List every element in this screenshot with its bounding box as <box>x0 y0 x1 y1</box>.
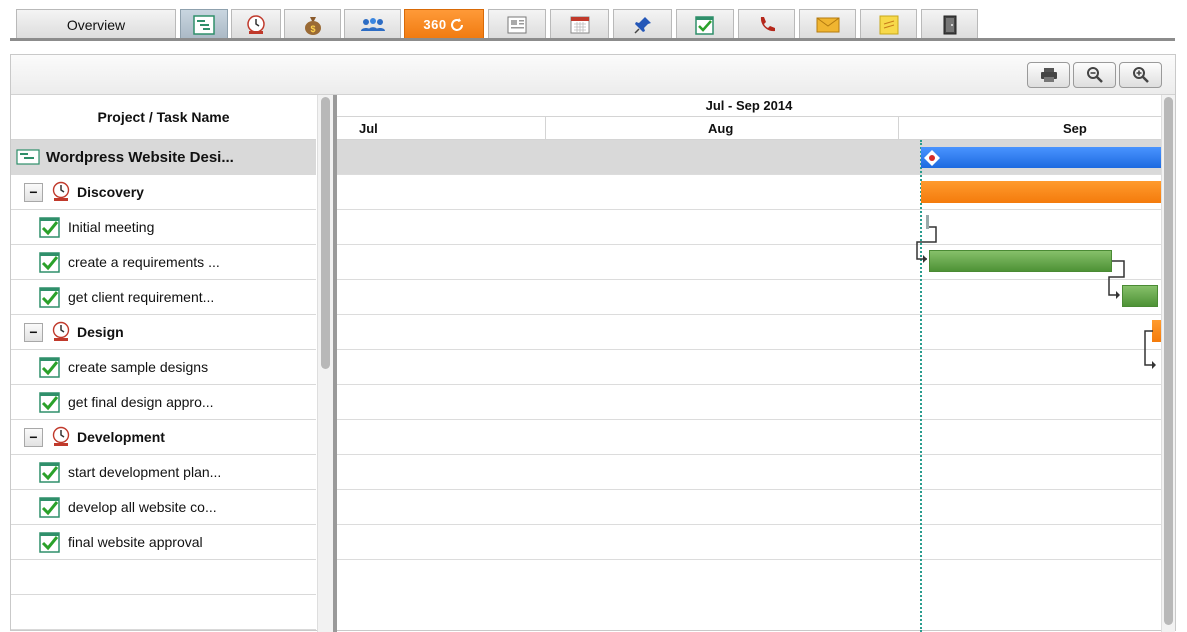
tab-gantt[interactable] <box>180 9 228 39</box>
collapse-button[interactable]: − <box>24 182 43 202</box>
gantt-panel: Project / Task Name Wordpress Website De… <box>10 54 1176 632</box>
project-gantt-icon <box>16 149 40 165</box>
task-row-sample-designs[interactable]: create sample designs <box>11 350 316 385</box>
group-row-discovery[interactable]: − Discovery <box>11 175 316 210</box>
empty-row <box>11 560 316 595</box>
gantt-row <box>337 525 1161 560</box>
gantt-row <box>337 490 1161 525</box>
zoom-in-icon <box>1132 67 1149 83</box>
task-row-requirements-doc[interactable]: create a requirements ... <box>11 245 316 280</box>
zoom-out-button[interactable] <box>1073 62 1116 88</box>
task-group-icon <box>52 321 70 341</box>
phone-icon <box>760 16 775 31</box>
task-group-icon <box>52 426 70 446</box>
task-group-icon <box>52 181 70 201</box>
tab-calls[interactable] <box>738 9 795 39</box>
scrollbar-thumb[interactable] <box>321 97 330 369</box>
tab-documents[interactable] <box>488 9 546 39</box>
project-row[interactable]: Wordpress Website Desi... <box>11 140 316 175</box>
checklist-icon <box>39 357 60 378</box>
group-row-design[interactable]: − Design <box>11 315 316 350</box>
task-row-develop-website[interactable]: develop all website co... <box>11 490 316 525</box>
checklist-icon <box>39 287 60 308</box>
task-grid: Project / Task Name Wordpress Website De… <box>11 95 316 632</box>
group-label: Development <box>77 429 165 445</box>
grid-header: Project / Task Name <box>11 95 316 140</box>
tab-team[interactable] <box>344 9 401 39</box>
note-icon <box>879 15 898 34</box>
collapse-button[interactable]: − <box>24 322 43 342</box>
task-label: get client requirement... <box>68 289 215 305</box>
tab-tasks[interactable] <box>231 9 281 39</box>
group-row-development[interactable]: − Development <box>11 420 316 455</box>
tab-checklist[interactable] <box>676 9 734 39</box>
checklist-icon <box>39 497 60 518</box>
group-label: Design <box>77 324 124 340</box>
task-row-initial-meeting[interactable]: Initial meeting <box>11 210 316 245</box>
tab-360-label: 360 <box>423 17 447 32</box>
calendar-icon <box>570 16 589 33</box>
task-label: start development plan... <box>68 464 222 480</box>
task-label: Initial meeting <box>68 219 155 235</box>
svg-text:$: $ <box>310 24 315 34</box>
group-label: Discovery <box>77 184 144 200</box>
tab-bar-underline <box>10 38 1175 41</box>
task-label: get final design appro... <box>68 394 214 410</box>
checklist-icon <box>39 392 60 413</box>
project-name: Wordpress Website Desi... <box>46 148 234 166</box>
gantt-scrollbar[interactable] <box>1161 95 1175 632</box>
gantt-chart: Jul - Sep 2014 Jul Aug Sep <box>337 95 1161 632</box>
tab-overview[interactable]: Overview <box>16 9 176 39</box>
money-bag-icon: $ <box>304 16 321 35</box>
tab-360[interactable]: 360 <box>404 9 484 39</box>
tab-notes[interactable] <box>860 9 917 39</box>
checklist-icon <box>39 532 60 553</box>
task-label: develop all website co... <box>68 499 217 515</box>
checklist-icon <box>39 217 60 238</box>
task-row-development-plan[interactable]: start development plan... <box>11 455 316 490</box>
empty-row <box>11 595 316 630</box>
scrollbar-thumb[interactable] <box>1164 97 1173 625</box>
task-row-design-approval[interactable]: get final design appro... <box>11 385 316 420</box>
tab-calendar[interactable] <box>550 9 609 39</box>
task-label: create a requirements ... <box>68 254 220 270</box>
checklist-icon <box>39 252 60 273</box>
gantt-toolbar <box>11 55 1175 95</box>
grid-scrollbar[interactable] <box>317 95 333 632</box>
checklist-icon <box>695 15 714 35</box>
zoom-in-button[interactable] <box>1119 62 1162 88</box>
task-label: final website approval <box>68 534 203 550</box>
tab-exit[interactable] <box>921 9 978 39</box>
tab-budget[interactable]: $ <box>284 9 341 39</box>
task-label: create sample designs <box>68 359 209 375</box>
main-tab-bar: Overview $ 360 <box>0 0 1187 44</box>
gantt-row <box>337 420 1161 455</box>
task-row-client-requirements[interactable]: get client requirement... <box>11 280 316 315</box>
dependency-links <box>916 226 1156 369</box>
tab-pins[interactable] <box>613 9 672 39</box>
tab-mail[interactable] <box>799 9 856 39</box>
tab-overview-label: Overview <box>66 16 126 33</box>
task-icon <box>247 14 265 34</box>
door-icon <box>943 15 956 34</box>
team-icon <box>360 17 385 31</box>
zoom-out-icon <box>1086 67 1103 83</box>
printer-icon <box>1040 68 1057 82</box>
gantt-row <box>337 455 1161 490</box>
refresh-icon <box>450 17 463 31</box>
print-button[interactable] <box>1027 62 1070 88</box>
pin-icon <box>633 16 651 34</box>
mail-icon <box>816 17 839 32</box>
gantt-icon <box>193 14 215 35</box>
checklist-icon <box>39 462 60 483</box>
document-icon <box>507 16 527 33</box>
task-row-final-approval[interactable]: final website approval <box>11 525 316 560</box>
collapse-button[interactable]: − <box>24 427 43 447</box>
